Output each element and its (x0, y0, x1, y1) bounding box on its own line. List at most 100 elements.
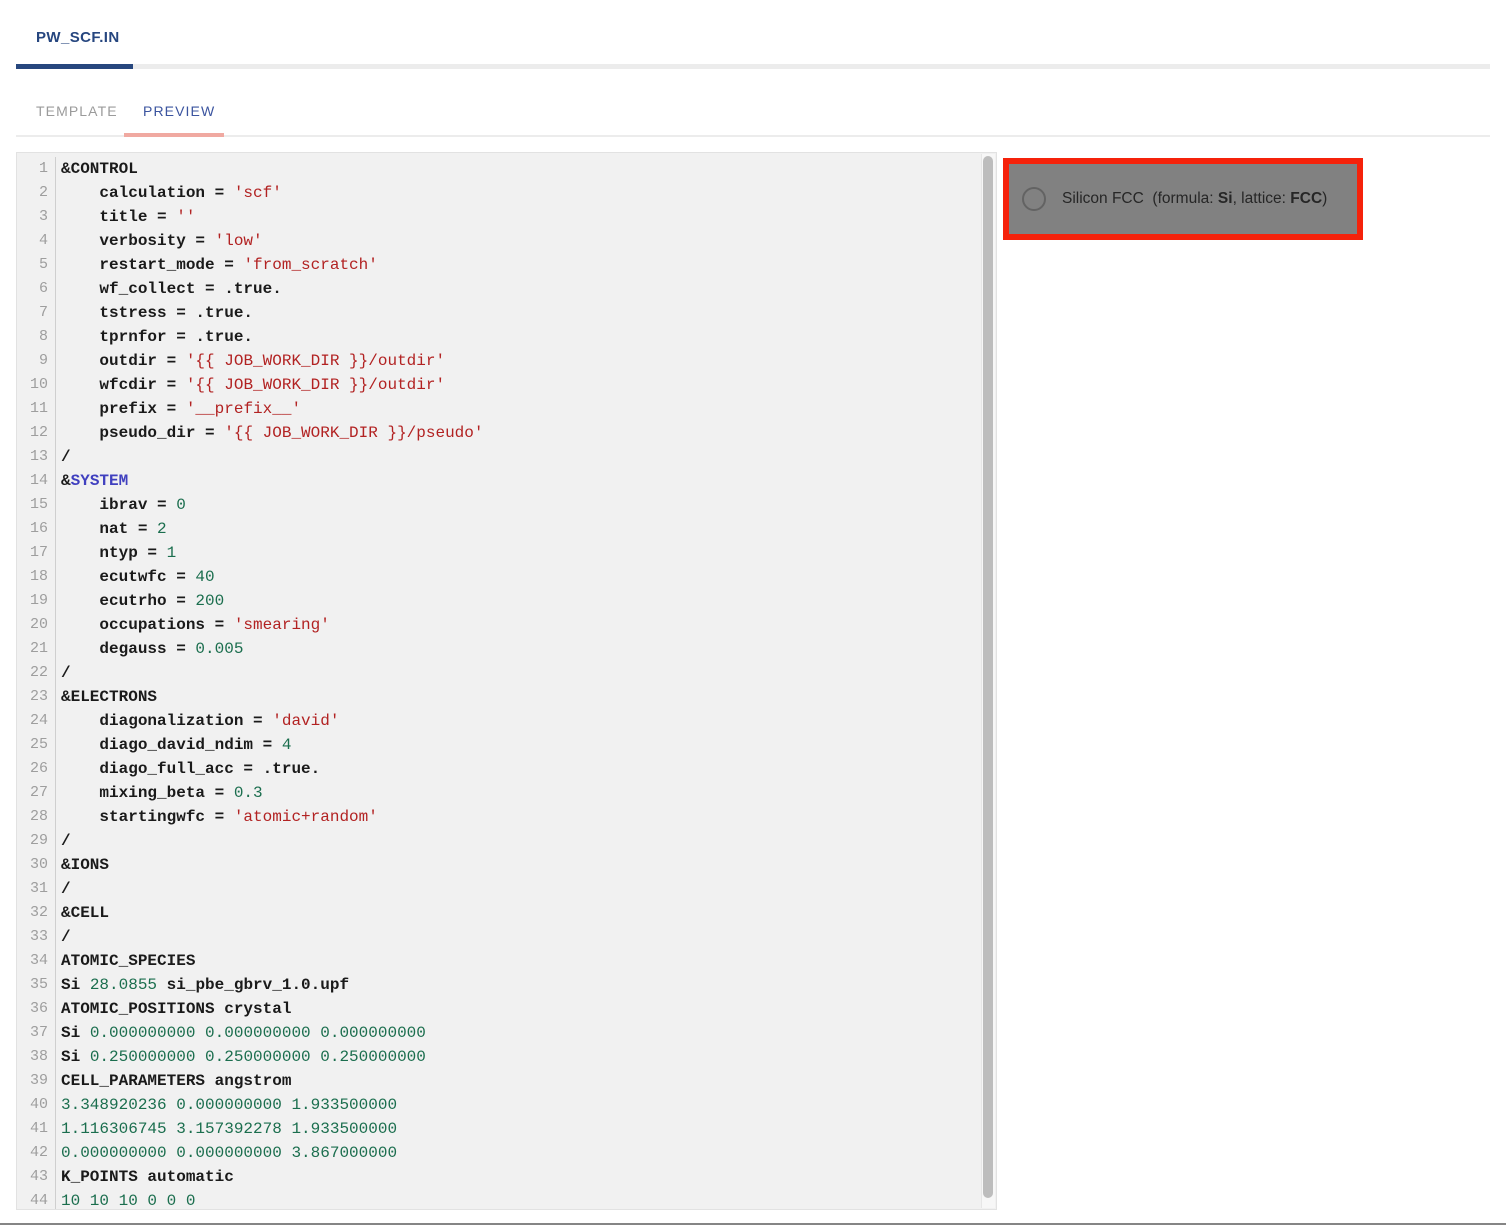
code-rows: 1&CONTROL2 calculation = 'scf'3 title = … (17, 157, 996, 1210)
line-number: 30 (17, 853, 56, 877)
code-line: 411.116306745 3.157392278 1.933500000 (17, 1117, 996, 1141)
line-number: 43 (17, 1165, 56, 1189)
line-number: 18 (17, 565, 56, 589)
line-number: 16 (17, 517, 56, 541)
code-line-text: / (56, 877, 996, 901)
tab-pw-scf-in[interactable]: PW_SCF.IN (36, 29, 120, 46)
code-line: 36ATOMIC_POSITIONS crystal (17, 997, 996, 1021)
line-number: 14 (17, 469, 56, 493)
code-line: 33/ (17, 925, 996, 949)
code-line: 28 startingwfc = 'atomic+random' (17, 805, 996, 829)
code-line-text: ATOMIC_SPECIES (56, 949, 996, 973)
line-number: 39 (17, 1069, 56, 1093)
code-line-text: / (56, 445, 996, 469)
line-number: 2 (17, 181, 56, 205)
code-line-text: prefix = '__prefix__' (56, 397, 996, 421)
code-line-text: Si 0.250000000 0.250000000 0.250000000 (56, 1045, 996, 1069)
code-line-text: &IONS (56, 853, 996, 877)
code-line-text: startingwfc = 'atomic+random' (56, 805, 996, 829)
code-line-text: / (56, 661, 996, 685)
code-line: 9 outdir = '{{ JOB_WORK_DIR }}/outdir' (17, 349, 996, 373)
line-number: 34 (17, 949, 56, 973)
code-line: 13/ (17, 445, 996, 469)
code-line: 4410 10 10 0 0 0 (17, 1189, 996, 1210)
code-line-text: verbosity = 'low' (56, 229, 996, 253)
line-number: 41 (17, 1117, 56, 1141)
code-line: 37Si 0.000000000 0.000000000 0.000000000 (17, 1021, 996, 1045)
code-line: 6 wf_collect = .true. (17, 277, 996, 301)
code-line-text: &CONTROL (56, 157, 996, 181)
material-option-silicon-fcc[interactable]: Silicon FCC (formula: Si, lattice: FCC) (1003, 158, 1363, 240)
line-number: 4 (17, 229, 56, 253)
code-line: 20 occupations = 'smearing' (17, 613, 996, 637)
line-number: 40 (17, 1093, 56, 1117)
tab-preview[interactable]: PREVIEW (143, 103, 215, 119)
line-number: 33 (17, 925, 56, 949)
code-line: 420.000000000 0.000000000 3.867000000 (17, 1141, 996, 1165)
code-editor[interactable]: 1&CONTROL2 calculation = 'scf'3 title = … (16, 152, 997, 1210)
code-line: 39CELL_PARAMETERS angstrom (17, 1069, 996, 1093)
line-number: 32 (17, 901, 56, 925)
code-line-text: Si 0.000000000 0.000000000 0.000000000 (56, 1021, 996, 1045)
line-number: 35 (17, 973, 56, 997)
code-line: 27 mixing_beta = 0.3 (17, 781, 996, 805)
line-number: 42 (17, 1141, 56, 1165)
line-number: 11 (17, 397, 56, 421)
page-root: { "header": { "file_tab": "PW_SCF.IN" },… (0, 0, 1506, 1230)
code-line: 19 ecutrho = 200 (17, 589, 996, 613)
line-number: 31 (17, 877, 56, 901)
line-number: 6 (17, 277, 56, 301)
line-number: 28 (17, 805, 56, 829)
line-number: 13 (17, 445, 56, 469)
code-line-text: / (56, 829, 996, 853)
tab-template[interactable]: TEMPLATE (36, 103, 118, 119)
line-number: 22 (17, 661, 56, 685)
editor-scrollbar-thumb[interactable] (983, 156, 993, 1198)
code-line-text: occupations = 'smearing' (56, 613, 996, 637)
line-number: 9 (17, 349, 56, 373)
line-number: 17 (17, 541, 56, 565)
code-line-text: mixing_beta = 0.3 (56, 781, 996, 805)
line-number: 37 (17, 1021, 56, 1045)
line-number: 38 (17, 1045, 56, 1069)
editor-scrollbar[interactable] (981, 154, 995, 1208)
line-number: 44 (17, 1189, 56, 1210)
code-line-text: &CELL (56, 901, 996, 925)
code-line-text: title = '' (56, 205, 996, 229)
line-number: 12 (17, 421, 56, 445)
code-line: 1&CONTROL (17, 157, 996, 181)
line-number: 8 (17, 325, 56, 349)
line-number: 5 (17, 253, 56, 277)
code-line: 34ATOMIC_SPECIES (17, 949, 996, 973)
code-line: 7 tstress = .true. (17, 301, 996, 325)
line-number: 29 (17, 829, 56, 853)
code-line: 16 nat = 2 (17, 517, 996, 541)
code-line: 8 tprnfor = .true. (17, 325, 996, 349)
code-line: 15 ibrav = 0 (17, 493, 996, 517)
preview-tab-indicator (124, 133, 224, 137)
material-option-label: Silicon FCC (formula: Si, lattice: FCC) (1062, 190, 1327, 208)
tabs-divider (16, 135, 1490, 137)
code-line-text: diago_full_acc = .true. (56, 757, 996, 781)
code-line-text: 0.000000000 0.000000000 3.867000000 (56, 1141, 996, 1165)
code-line: 26 diago_full_acc = .true. (17, 757, 996, 781)
code-line-text: calculation = 'scf' (56, 181, 996, 205)
code-line: 5 restart_mode = 'from_scratch' (17, 253, 996, 277)
code-line-text: ecutrho = 200 (56, 589, 996, 613)
code-line-text: wfcdir = '{{ JOB_WORK_DIR }}/outdir' (56, 373, 996, 397)
code-line-text: ATOMIC_POSITIONS crystal (56, 997, 996, 1021)
code-line-text: restart_mode = 'from_scratch' (56, 253, 996, 277)
code-line: 32&CELL (17, 901, 996, 925)
code-line-text: / (56, 925, 996, 949)
code-line: 25 diago_david_ndim = 4 (17, 733, 996, 757)
code-line-text: nat = 2 (56, 517, 996, 541)
line-number: 24 (17, 709, 56, 733)
radio-icon[interactable] (1022, 187, 1046, 211)
code-line: 3 title = '' (17, 205, 996, 229)
code-line: 10 wfcdir = '{{ JOB_WORK_DIR }}/outdir' (17, 373, 996, 397)
line-number: 36 (17, 997, 56, 1021)
code-line-text: outdir = '{{ JOB_WORK_DIR }}/outdir' (56, 349, 996, 373)
code-line-text: wf_collect = .true. (56, 277, 996, 301)
code-line: 29/ (17, 829, 996, 853)
code-line: 14&SYSTEM (17, 469, 996, 493)
